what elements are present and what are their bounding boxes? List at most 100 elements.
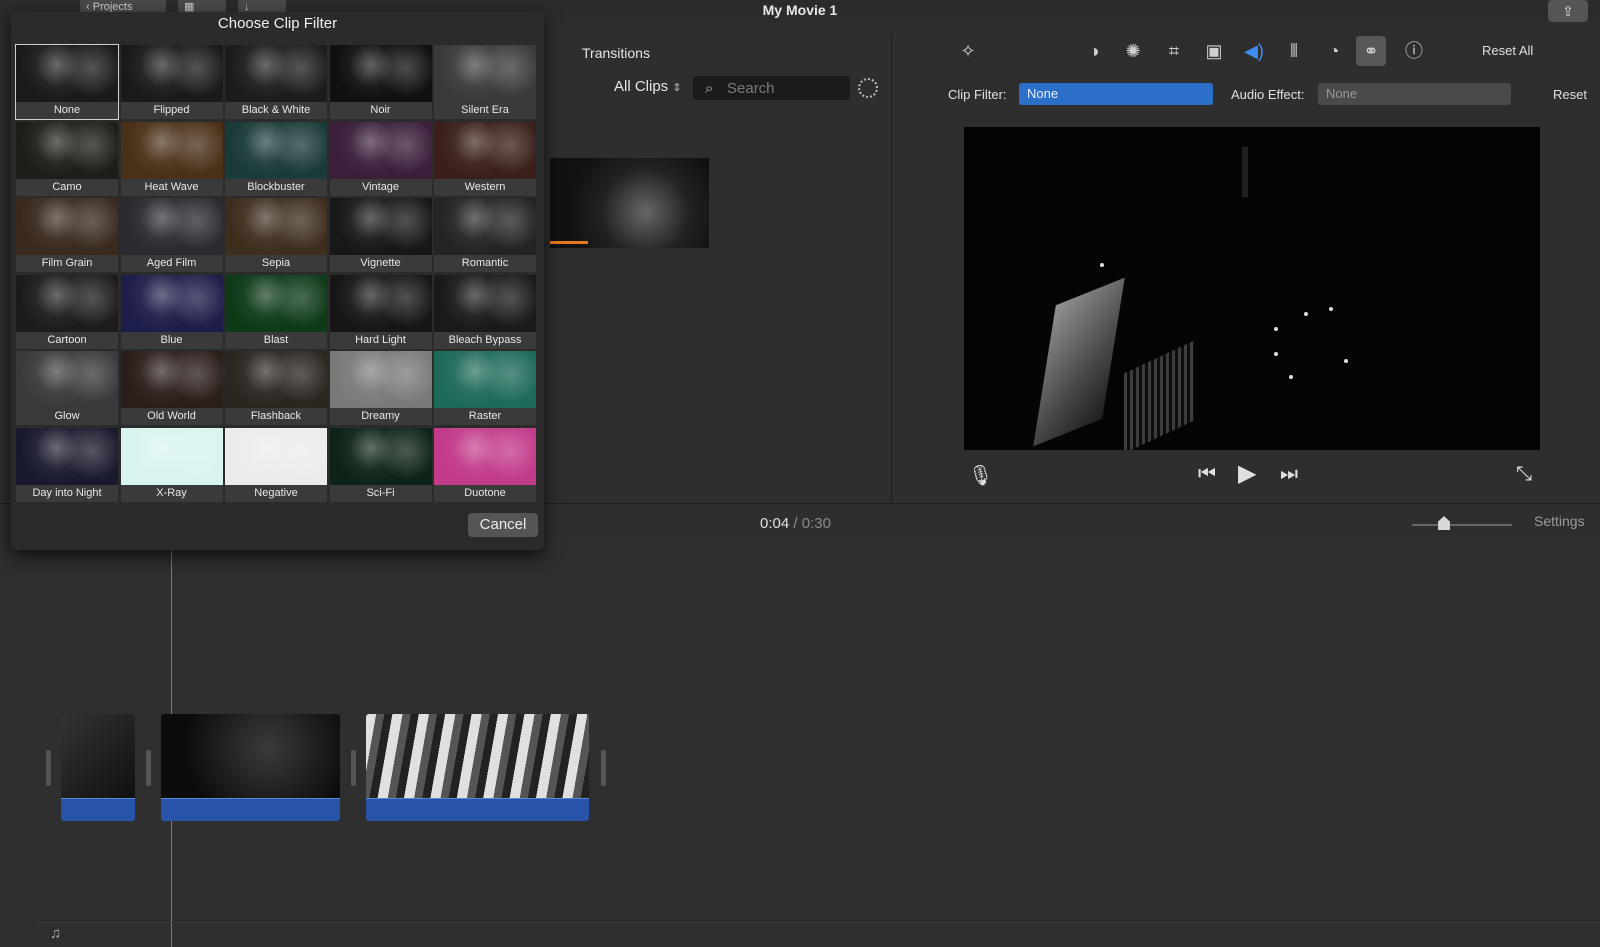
filter-preview [120, 121, 223, 179]
filter-option[interactable]: Duotone [434, 427, 536, 502]
filter-option[interactable]: Negative [225, 427, 327, 502]
filter-option[interactable]: Flipped [120, 45, 223, 119]
volume-icon[interactable]: ◀) [1242, 40, 1266, 62]
clip-trim-handle[interactable] [601, 750, 606, 786]
filter-option[interactable]: None [15, 44, 119, 120]
filter-label: Heat Wave [120, 178, 223, 196]
filter-option[interactable]: Western [434, 121, 536, 196]
stabilization-camera-icon[interactable]: ▣ [1202, 40, 1226, 62]
filter-option[interactable]: Blue [120, 274, 223, 349]
preview-laptop-shape [1033, 277, 1125, 447]
filter-option[interactable]: X-Ray [120, 427, 223, 502]
filter-option[interactable]: Sepia [225, 198, 327, 272]
filter-option[interactable]: Sci-Fi [329, 427, 432, 502]
current-time: 0:04 [760, 515, 790, 532]
clip-thumbnail [161, 714, 340, 798]
preview-post [1242, 147, 1248, 197]
filter-option[interactable]: Flashback [225, 351, 327, 425]
filter-label: Vintage [329, 178, 432, 196]
filter-option[interactable]: Raster [434, 351, 536, 425]
filter-preview [434, 427, 536, 485]
equalizer-icon[interactable]: ⫴ [1282, 40, 1306, 62]
filter-option[interactable]: Cartoon [16, 274, 118, 349]
filter-preview [225, 198, 327, 255]
filter-option[interactable]: Film Grain [16, 198, 118, 272]
clip-filter-field[interactable]: None [1019, 83, 1213, 105]
filter-preview [329, 121, 432, 179]
filter-option[interactable]: Silent Era [434, 45, 536, 119]
filter-preview [329, 198, 432, 255]
choose-clip-filter-dialog: Choose Clip Filter None Flipped Black & Wh… [11, 12, 544, 550]
clip-used-indicator [550, 241, 588, 244]
color-palette-icon[interactable]: ✺ [1121, 40, 1145, 62]
preview-light [1289, 375, 1293, 379]
music-track[interactable] [38, 922, 1600, 947]
filter-option[interactable]: Glow [16, 351, 118, 425]
speed-icon[interactable]: ◔ [1322, 40, 1346, 62]
timeline-clip[interactable] [366, 714, 589, 821]
color-balance-icon[interactable]: ◑ [1082, 40, 1106, 62]
timeline-clip[interactable] [61, 714, 135, 821]
filter-option[interactable]: Blast [225, 274, 327, 349]
filter-option[interactable]: Bleach Bypass [434, 274, 536, 349]
browser-clip-thumbnail[interactable] [550, 158, 709, 248]
filter-option[interactable]: Blockbuster [225, 121, 327, 196]
settings-button[interactable]: Settings [1534, 513, 1585, 529]
cancel-button[interactable]: Cancel [468, 513, 538, 537]
filter-label: Western [434, 178, 536, 196]
filter-label: Blockbuster [225, 178, 327, 196]
filter-label: Hard Light [329, 331, 432, 349]
crop-icon[interactable]: ⌗ [1162, 40, 1186, 62]
clip-trim-handle[interactable] [351, 750, 356, 786]
play-icon[interactable]: ▶ [1238, 459, 1256, 488]
imovie-window: ‹ Projects ▦ ↓ My Movie 1 ⇪ Transitions … [0, 0, 1600, 947]
reset-button[interactable]: Reset [1553, 87, 1587, 102]
filter-label: Blue [120, 331, 223, 349]
clip-trim-handle[interactable] [146, 750, 151, 786]
filter-option[interactable]: Hard Light [329, 274, 432, 349]
share-button[interactable]: ⇪ [1548, 0, 1588, 22]
preview-light [1329, 307, 1333, 311]
filter-option[interactable]: Vintage [329, 121, 432, 196]
skip-forward-icon[interactable]: ⏭ [1280, 463, 1298, 486]
video-preview [964, 127, 1540, 450]
skip-back-icon[interactable]: ⏮ [1198, 463, 1216, 486]
search-input[interactable]: ⌕ Search [693, 76, 850, 100]
preview-light [1274, 352, 1278, 356]
filter-label: Negative [225, 484, 327, 502]
filter-option[interactable]: Camo [16, 121, 118, 196]
clip-thumbnail [61, 714, 135, 798]
reset-all-button[interactable]: Reset All [1482, 43, 1533, 58]
info-icon[interactable]: ⓘ [1402, 40, 1426, 62]
preview-light [1344, 359, 1348, 363]
magic-wand-icon[interactable]: ✧ [956, 40, 980, 62]
filter-option[interactable]: Vignette [329, 198, 432, 272]
filter-option[interactable]: Dreamy [329, 351, 432, 425]
clip-thumbnail [366, 714, 589, 798]
clip-trim-handle[interactable] [46, 750, 51, 786]
gear-icon[interactable] [858, 78, 878, 98]
filter-label: Flipped [120, 102, 223, 119]
audio-effect-field[interactable]: None [1318, 83, 1511, 105]
filter-option[interactable]: Noir [329, 45, 432, 119]
all-clips-dropdown[interactable]: All Clips ⇕ [614, 78, 682, 95]
filter-label: Bleach Bypass [434, 331, 536, 349]
filter-preview [329, 45, 432, 102]
filter-option[interactable]: Old World [120, 351, 223, 425]
zoom-slider-knob[interactable] [1438, 516, 1450, 530]
microphone-icon[interactable]: 🎙 [968, 463, 993, 488]
fullscreen-icon[interactable]: ⤡ [1516, 463, 1532, 486]
filter-option[interactable]: Heat Wave [120, 121, 223, 196]
filter-option[interactable]: Day into Night [16, 427, 118, 502]
filter-preview [120, 45, 223, 102]
zoom-slider-track[interactable] [1412, 524, 1512, 526]
filter-option[interactable]: Black & White [225, 45, 327, 119]
filter-option[interactable]: Romantic [434, 198, 536, 272]
timeline-clip[interactable] [161, 714, 340, 821]
clip-filter-icon[interactable]: ⚭ [1356, 36, 1386, 66]
tab-transitions[interactable]: Transitions [582, 45, 650, 61]
filter-preview [225, 274, 327, 332]
filter-preview [16, 274, 118, 332]
filter-option[interactable]: Aged Film [120, 198, 223, 272]
filter-preview [225, 351, 327, 408]
